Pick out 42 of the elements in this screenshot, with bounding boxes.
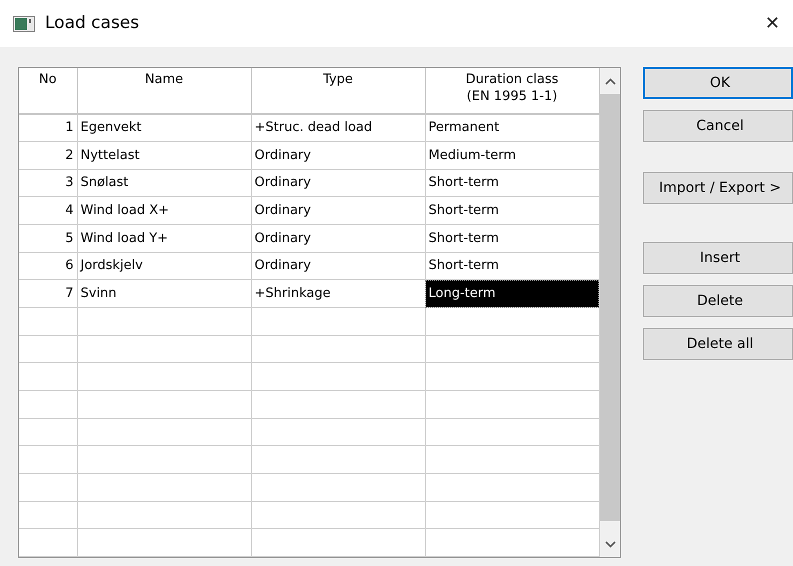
- table-cell[interactable]: Ordinary: [251, 196, 425, 225]
- window-title: Load cases: [45, 12, 140, 35]
- dialog-button[interactable]: Import / Export >: [643, 172, 793, 204]
- table-cell[interactable]: Ordinary: [251, 142, 425, 170]
- table-cell[interactable]: Wind load X+: [77, 196, 251, 225]
- table-cell[interactable]: Wind load Y+: [77, 224, 251, 252]
- table-cell[interactable]: 4: [19, 196, 77, 225]
- dialog-button[interactable]: Insert: [643, 242, 793, 274]
- column-header[interactable]: Duration class (EN 1995 1-1): [425, 68, 599, 114]
- table-cell[interactable]: Egenvekt: [77, 114, 251, 142]
- table-cell[interactable]: Jordskjelv: [77, 252, 251, 280]
- table-cell[interactable]: 6: [19, 252, 77, 280]
- table-cell[interactable]: Ordinary: [251, 169, 425, 197]
- table-cell[interactable]: Medium-term: [425, 142, 599, 170]
- column-header[interactable]: Name: [77, 68, 251, 114]
- dialog-button[interactable]: Delete: [643, 285, 793, 317]
- column-header[interactable]: Type: [251, 68, 425, 114]
- table-cell[interactable]: +Struc. dead load: [251, 114, 425, 142]
- table-cell[interactable]: Ordinary: [251, 224, 425, 252]
- column-header[interactable]: No: [19, 68, 77, 114]
- scroll-up-icon[interactable]: [605, 78, 616, 84]
- scroll-down-icon[interactable]: [605, 540, 616, 548]
- table-cell[interactable]: Long-term: [425, 280, 599, 308]
- table-cell[interactable]: Permanent: [425, 114, 599, 142]
- dialog-button[interactable]: OK: [643, 67, 793, 99]
- table-cell[interactable]: 1: [19, 114, 77, 142]
- table-cell[interactable]: Svinn: [77, 280, 251, 308]
- dialog-button[interactable]: Delete all: [643, 328, 793, 360]
- close-button[interactable]: ✕: [764, 14, 780, 32]
- table-cell[interactable]: Ordinary: [251, 252, 425, 280]
- table-cell[interactable]: Short-term: [425, 196, 599, 225]
- dialog-button[interactable]: Cancel: [643, 110, 793, 142]
- table-cell[interactable]: 2: [19, 142, 77, 170]
- table-cell[interactable]: Nyttelast: [77, 142, 251, 170]
- app-icon: [13, 16, 35, 32]
- table-cell[interactable]: 5: [19, 224, 77, 252]
- table-cell[interactable]: Short-term: [425, 169, 599, 197]
- table-cell[interactable]: 7: [19, 280, 77, 308]
- table-cell[interactable]: Snølast: [77, 169, 251, 197]
- table-cell[interactable]: +Shrinkage: [251, 280, 425, 308]
- table-cell[interactable]: Short-term: [425, 224, 599, 252]
- table-cell[interactable]: 3: [19, 169, 77, 197]
